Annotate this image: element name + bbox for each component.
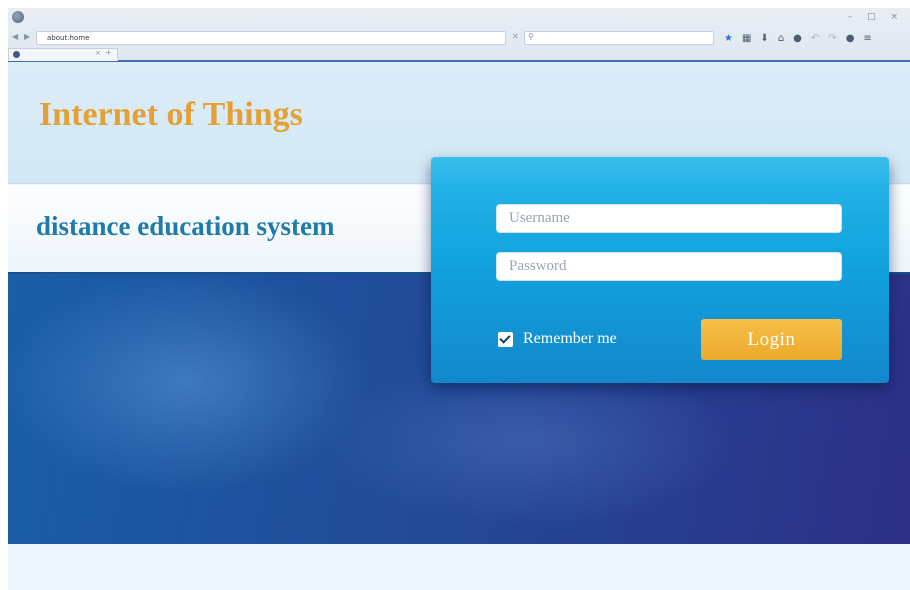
forward-icon[interactable]: ▶ — [24, 32, 30, 41]
password-input[interactable] — [496, 252, 842, 281]
clear-url-icon[interactable]: ✕ — [512, 32, 519, 41]
maximize-icon[interactable]: □ — [867, 12, 882, 22]
menu-icon[interactable]: ≡ — [863, 33, 871, 44]
title-bar: – □ × — [8, 8, 910, 28]
search-icon: ⚲ — [528, 32, 534, 41]
close-tab-icon[interactable]: × — [95, 49, 101, 57]
search-input[interactable]: ⚲ — [524, 31, 714, 45]
browser-chrome: – □ × ◀ ▶ about:home ✕ ⚲ ★ ▦ ⬇ ⌂ ● ↶ ↷ ●… — [8, 8, 910, 62]
login-button[interactable]: Login — [701, 319, 842, 360]
username-input[interactable] — [496, 204, 842, 233]
favicon-icon — [13, 51, 20, 58]
footer — [8, 544, 910, 590]
page: Internet of Things distance education sy… — [8, 62, 910, 590]
bookmarks-icon[interactable]: ▦ — [742, 33, 751, 44]
tab-active[interactable]: × — [8, 48, 118, 61]
toolbar: ★ ▦ ⬇ ⌂ ● ↶ ↷ ● ≡ — [724, 30, 872, 46]
chat-icon[interactable]: ● — [846, 33, 855, 44]
minimize-icon[interactable]: – — [848, 12, 859, 22]
window-controls: – □ × — [848, 12, 904, 22]
remember-label: Remember me — [523, 330, 617, 347]
tab-bar: × + — [8, 48, 910, 62]
back-icon[interactable]: ◀ — [12, 32, 18, 41]
undo-icon[interactable]: ↶ — [811, 33, 819, 44]
home-icon[interactable]: ⌂ — [778, 33, 784, 44]
browser-logo-icon — [12, 11, 24, 23]
address-bar[interactable]: about:home — [36, 31, 506, 45]
remember-me[interactable]: Remember me — [498, 329, 617, 349]
navigation-bar: ◀ ▶ about:home ✕ ⚲ ★ ▦ ⬇ ⌂ ● ↶ ↷ ● ≡ — [8, 28, 910, 48]
login-panel: Remember me Login — [431, 157, 889, 383]
site-subtitle: distance education system — [36, 211, 335, 241]
downloads-icon[interactable]: ⬇ — [760, 33, 768, 44]
remember-checkbox[interactable] — [498, 331, 513, 347]
new-tab-icon[interactable]: + — [105, 48, 112, 57]
close-icon[interactable]: × — [890, 12, 904, 22]
site-title: Internet of Things — [39, 96, 303, 133]
redo-icon[interactable]: ↷ — [828, 33, 836, 44]
pocket-icon[interactable]: ● — [793, 33, 802, 44]
bookmark-star-icon[interactable]: ★ — [724, 33, 733, 44]
